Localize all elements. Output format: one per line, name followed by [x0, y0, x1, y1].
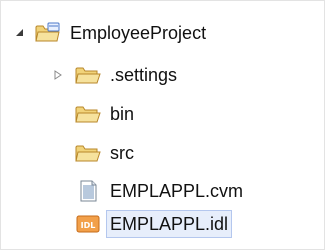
idl-file-icon: IDL — [75, 213, 101, 235]
svg-text:IDL: IDL — [81, 221, 96, 230]
tree-item-idl-file[interactable]: IDL EMPLAPPL.idl — [75, 206, 233, 242]
file-icon — [75, 180, 101, 202]
folder-icon — [75, 103, 101, 125]
tree-item-settings[interactable]: .settings — [51, 57, 180, 93]
folder-icon — [75, 142, 101, 164]
tree-item-cvm-file[interactable]: EMPLAPPL.cvm — [75, 173, 246, 209]
tree-item-bin[interactable]: bin — [75, 96, 137, 132]
tree-item-label: EMPLAPPL.cvm — [110, 181, 244, 201]
expanded-arrow-icon[interactable] — [13, 26, 27, 40]
tree-item-project[interactable]: EmployeeProject — [13, 15, 209, 51]
tree-item-label: src — [110, 143, 134, 163]
tree-item-label: EMPLAPPL.idl — [105, 210, 233, 238]
project-explorer-tree: EmployeeProject .settings bin src EMPLAP… — [0, 0, 325, 250]
tree-item-label: .settings — [110, 65, 178, 85]
folder-icon — [75, 64, 101, 86]
tree-item-src[interactable]: src — [75, 135, 137, 171]
project-folder-icon — [35, 22, 61, 44]
project-label: EmployeeProject — [70, 23, 207, 43]
tree-item-label: bin — [110, 104, 135, 124]
collapsed-arrow-icon[interactable] — [51, 68, 65, 82]
